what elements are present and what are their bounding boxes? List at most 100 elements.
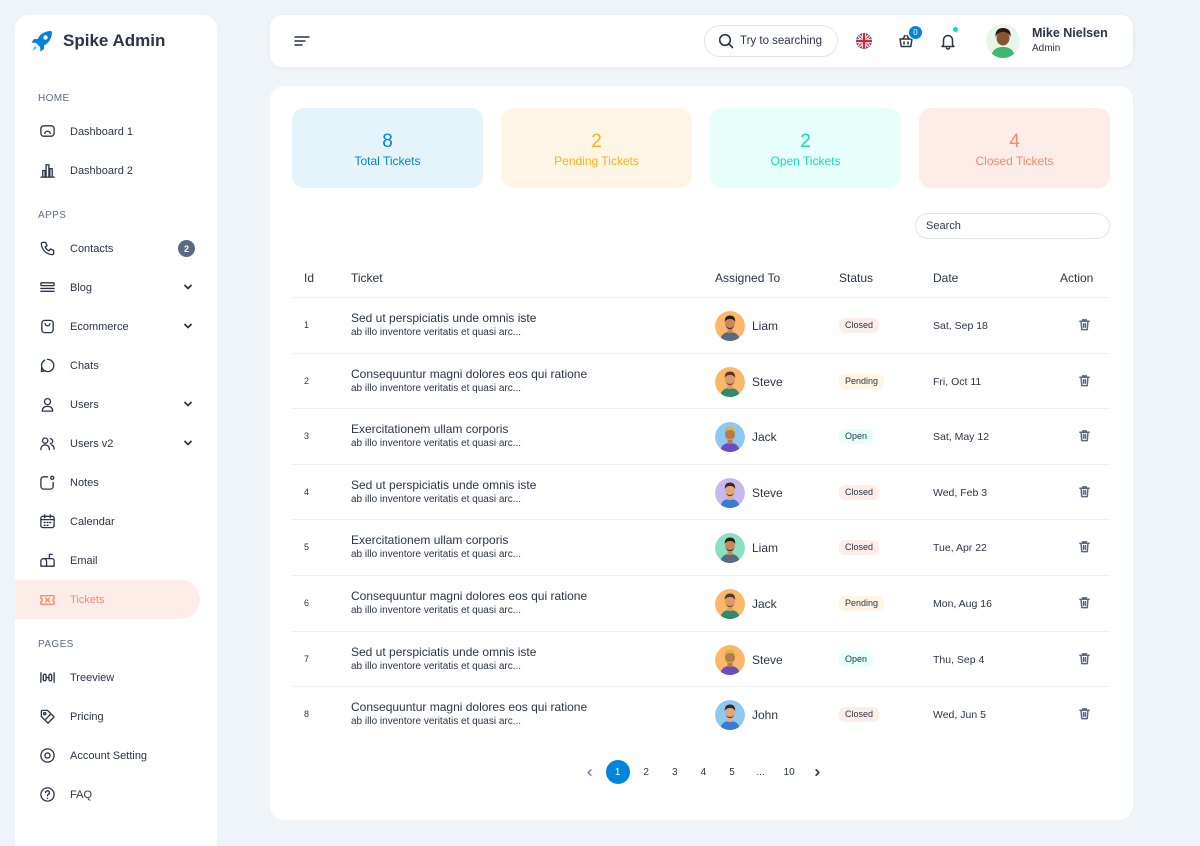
settings-icon	[38, 747, 56, 765]
ticket-id: 5	[304, 542, 310, 553]
trash-icon[interactable]	[1078, 374, 1092, 388]
prev-page-button[interactable]	[577, 760, 601, 784]
ticket-id: 7	[304, 653, 310, 664]
table-row[interactable]: 3 Exercitationem ullam corporis ab illo …	[292, 409, 1110, 465]
trash-icon[interactable]	[1078, 429, 1092, 443]
stat-total-tickets[interactable]: 8 Total Tickets	[292, 108, 483, 188]
sidebar-item-calendar[interactable]: Calendar	[15, 502, 217, 541]
ticket-title: Sed ut perspiciatis unde omnis iste	[351, 644, 537, 659]
sidebar-item-pricing[interactable]: Pricing	[15, 697, 217, 736]
ticket-title: Sed ut perspiciatis unde omnis iste	[351, 311, 537, 325]
sidebar-item-label: Treeview	[70, 671, 115, 684]
table-row[interactable]: 5 Exercitationem ullam corporis ab illo …	[292, 520, 1110, 576]
sidebar-item-notes[interactable]: Notes	[15, 463, 217, 502]
next-page-button[interactable]	[806, 760, 830, 784]
tickets-card: 8 Total Tickets 2 Pending Tickets 2 Open…	[270, 86, 1133, 820]
stat-value: 4	[1009, 131, 1020, 152]
sidebar-item-email[interactable]: Email	[15, 541, 217, 580]
sidebar-item-label: Dashboard 2	[70, 164, 133, 177]
sidebar-item-dashboard-2[interactable]: Dashboard 2	[15, 151, 217, 190]
assignee-avatar	[715, 477, 745, 508]
assignee-name: Liam	[752, 541, 779, 556]
ticket-date: Wed, Feb 3	[933, 486, 988, 499]
table-row[interactable]: 8 Consequuntur magni dolores eos qui rat…	[292, 687, 1110, 743]
trash-icon[interactable]	[1078, 318, 1092, 332]
page-button-1[interactable]: 1	[605, 760, 630, 784]
sidebar-item-users[interactable]: Users	[15, 385, 217, 424]
sidebar-item-ecommerce[interactable]: Ecommerce	[15, 307, 217, 346]
page-button-3[interactable]: 3	[663, 760, 687, 784]
trash-icon[interactable]	[1078, 707, 1092, 721]
col-ticket: Ticket	[351, 271, 383, 285]
uk-flag-icon[interactable]	[855, 32, 873, 50]
ticket-id: 2	[304, 375, 310, 386]
sidebar-item-blog[interactable]: Blog	[15, 268, 217, 307]
user-role: Admin	[1032, 43, 1061, 54]
assignee-avatar	[715, 644, 745, 675]
treeview-icon	[38, 669, 56, 687]
trash-icon[interactable]	[1078, 652, 1092, 666]
phone-icon	[38, 240, 56, 258]
ticket-title: Consequuntur magni dolores eos qui ratio…	[351, 366, 588, 381]
chevron-down-icon[interactable]	[183, 321, 193, 331]
table-row[interactable]: 1 Sed ut perspiciatis unde omnis iste ab…	[292, 298, 1110, 354]
assignee-name: Steve	[752, 374, 783, 389]
chevron-down-icon[interactable]	[183, 438, 193, 448]
col-date: Date	[933, 271, 959, 285]
blog-icon	[38, 279, 56, 297]
screen-icon	[38, 123, 56, 141]
table-row[interactable]: 6 Consequuntur magni dolores eos qui rat…	[292, 576, 1110, 632]
sidebar-item-dashboard-1[interactable]: Dashboard 1	[15, 112, 217, 151]
stat-pending-tickets[interactable]: 2 Pending Tickets	[501, 108, 692, 188]
ticket-description: ab illo inventore veritatis et quasi arc…	[351, 605, 522, 616]
chevron-down-icon[interactable]	[183, 282, 193, 292]
menu-toggle-icon[interactable]	[294, 34, 310, 48]
ticket-description: ab illo inventore veritatis et quasi arc…	[351, 382, 522, 394]
sidebar-item-contacts[interactable]: Contacts 2	[15, 229, 217, 268]
sidebar-item-faq[interactable]: FAQ	[15, 775, 217, 814]
cart-count-badge: 0	[908, 25, 923, 40]
sidebar-item-label: Blog	[70, 281, 93, 294]
ticket-title: Exercitationem ullam corporis	[351, 422, 509, 437]
basket-icon	[38, 318, 56, 336]
header-search-label: Try to searching	[740, 35, 823, 47]
page-button-2[interactable]: 2	[634, 760, 658, 784]
chevron-down-icon[interactable]	[183, 399, 193, 409]
assignee-name: Steve	[752, 652, 783, 667]
stat-value: 2	[800, 131, 811, 152]
page-button-5[interactable]: 5	[720, 760, 744, 784]
assignee-avatar	[715, 366, 745, 397]
tag-icon	[38, 708, 56, 726]
header-search-button[interactable]: Try to searching	[704, 25, 838, 57]
status-badge: Closed	[839, 540, 880, 556]
sidebar-item-label: Chats	[70, 359, 99, 372]
bell-icon[interactable]	[939, 32, 957, 50]
stat-closed-tickets[interactable]: 4 Closed Tickets	[919, 108, 1110, 188]
assignee-avatar	[715, 533, 745, 564]
brand[interactable]: Spike Admin	[15, 15, 217, 67]
sidebar-item-users-v2[interactable]: Users v2	[15, 424, 217, 463]
ticket-description: ab illo inventore veritatis et quasi arc…	[351, 660, 522, 672]
sidebar-item-label: FAQ	[70, 788, 93, 801]
trash-icon[interactable]	[1078, 485, 1092, 499]
stat-open-tickets[interactable]: 2 Open Tickets	[710, 108, 901, 188]
user-icon	[38, 396, 56, 414]
ticket-search-input[interactable]	[915, 213, 1110, 239]
sidebar-item-treeview[interactable]: Treeview	[15, 658, 217, 697]
sidebar-item-account-setting[interactable]: Account Setting	[15, 736, 217, 775]
stat-label: Closed Tickets	[975, 154, 1054, 168]
sidebar-nav: HOME Dashboard 1 Dashboard 2 APPS Contac…	[15, 91, 217, 814]
table-row[interactable]: 2 Consequuntur magni dolores eos qui rat…	[292, 354, 1110, 410]
trash-icon[interactable]	[1078, 540, 1092, 554]
page-button-10[interactable]: 10	[777, 760, 801, 784]
sidebar-item-tickets[interactable]: Tickets	[15, 580, 200, 619]
table-row[interactable]: 4 Sed ut perspiciatis unde omnis iste ab…	[292, 465, 1110, 521]
page-button-4[interactable]: 4	[691, 760, 715, 784]
user-avatar[interactable]	[986, 24, 1020, 58]
assignee-avatar	[715, 422, 745, 453]
brand-name: Spike Admin	[63, 31, 166, 50]
table-row[interactable]: 7 Sed ut perspiciatis unde omnis iste ab…	[292, 632, 1110, 688]
trash-icon[interactable]	[1078, 596, 1092, 610]
sidebar-item-chats[interactable]: Chats	[15, 346, 217, 385]
chart-bars-icon	[38, 162, 56, 180]
